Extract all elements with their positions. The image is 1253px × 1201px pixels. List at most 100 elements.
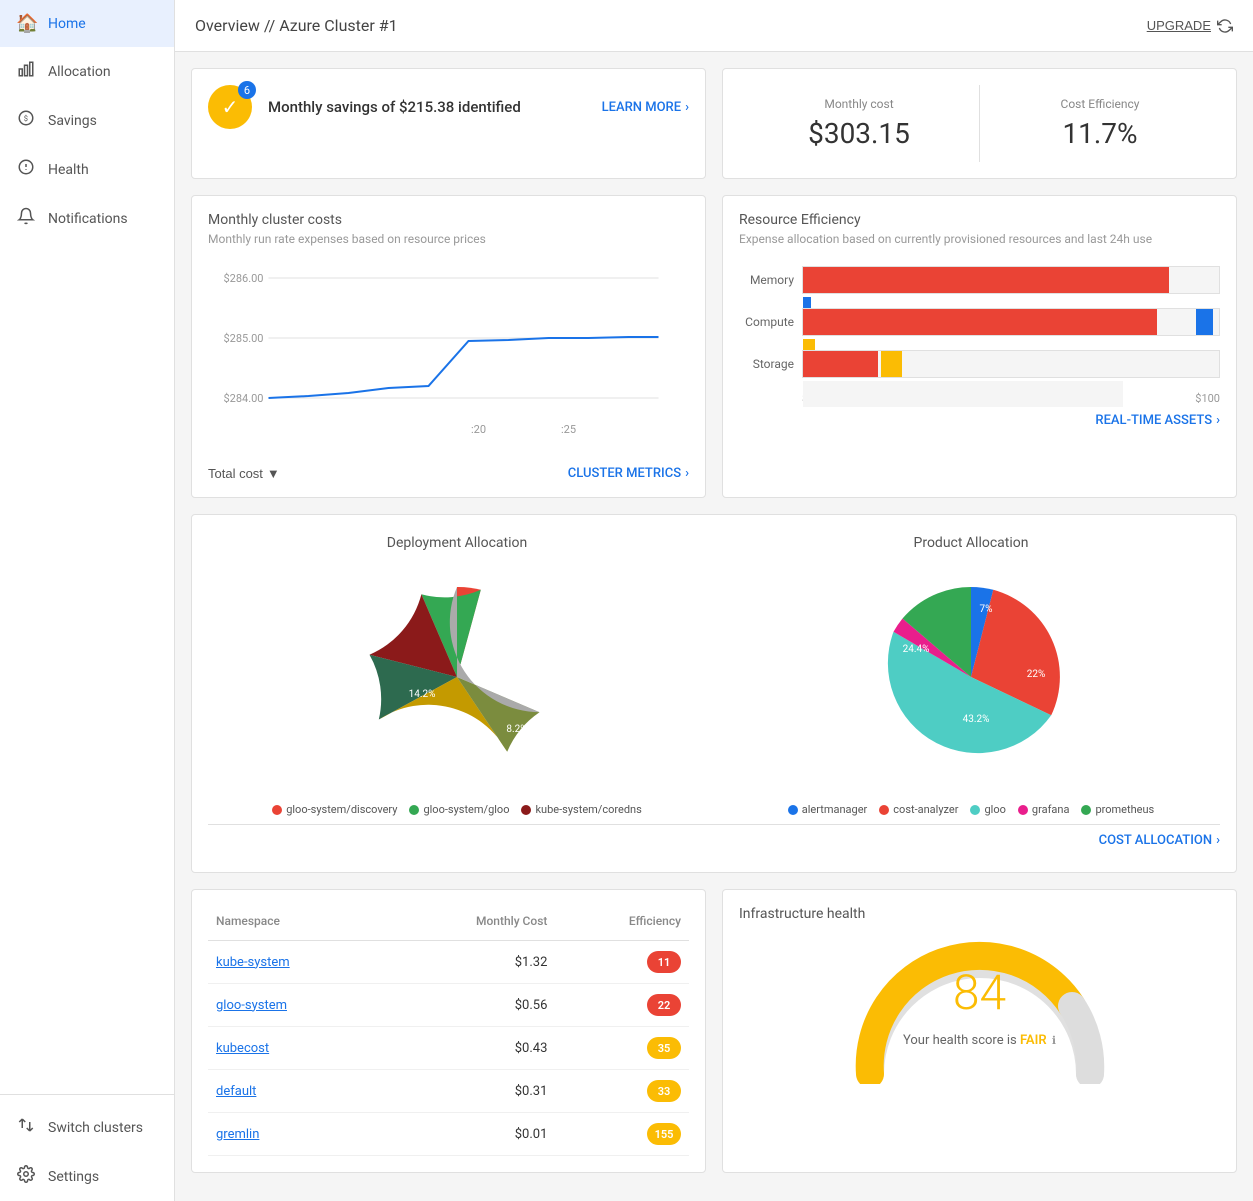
deployment-allocation-section: Deployment Allocation <box>208 535 706 816</box>
memory-bar-used <box>803 267 1169 293</box>
upgrade-button[interactable]: UPGRADE <box>1147 18 1233 34</box>
memory-bar-empty <box>1172 267 1214 293</box>
monthly-cost-label: Monthly cost <box>751 97 967 111</box>
compute-label: Compute <box>739 315 794 329</box>
svg-text:24.4%: 24.4% <box>903 644 930 655</box>
sidebar-label-health: Health <box>48 162 89 178</box>
allocation-icon <box>16 60 36 83</box>
ns-link[interactable]: kubecost <box>216 1041 269 1056</box>
sidebar-item-home[interactable]: 🏠 Home <box>0 0 174 47</box>
savings-badge: 6 <box>238 81 256 99</box>
ns-link[interactable]: gloo-system <box>216 998 287 1013</box>
memory-label: Memory <box>739 273 794 287</box>
line-chart: $286.00 $285.00 $284.00 :20 :25 <box>208 258 689 458</box>
svg-text:20.6%: 20.6% <box>419 734 446 745</box>
sidebar-label-allocation: Allocation <box>48 64 111 80</box>
real-time-assets-link[interactable]: REAL-TIME ASSETS › <box>739 413 1220 428</box>
sidebar-item-settings[interactable]: Settings <box>0 1152 174 1201</box>
upgrade-label: UPGRADE <box>1147 18 1211 33</box>
product-allocation-title: Product Allocation <box>722 535 1220 551</box>
ns-cost: $0.43 <box>384 1027 555 1070</box>
savings-text: Monthly savings of $215.38 identified <box>268 98 521 116</box>
storage-bar-empty <box>803 381 1123 407</box>
sidebar-item-allocation[interactable]: Allocation <box>0 47 174 96</box>
compute-bar-used <box>803 309 1157 335</box>
sidebar-item-health[interactable]: Health <box>0 145 174 194</box>
efficiency-badge: 35 <box>647 1037 681 1059</box>
table-row: kube-system $1.32 11 <box>208 941 689 984</box>
total-cost-button[interactable]: Total cost ▼ <box>208 466 280 481</box>
compute-bar-row: Compute <box>739 308 1220 336</box>
page-title: Overview // Azure Cluster #1 <box>195 16 398 35</box>
deployment-legend: gloo-system/discovery gloo-system/gloo k… <box>208 803 706 816</box>
ns-link[interactable]: gremlin <box>216 1127 259 1142</box>
sidebar-label-settings: Settings <box>48 1169 99 1185</box>
legend-gloo: gloo <box>970 803 1005 816</box>
alloc-row: Deployment Allocation <box>208 535 1220 816</box>
col-monthly-cost: Monthly Cost <box>384 906 555 941</box>
sidebar-label-savings: Savings <box>48 113 97 129</box>
legend-grafana: grafana <box>1018 803 1070 816</box>
resource-efficiency-card: Resource Efficiency Expense allocation b… <box>722 195 1237 498</box>
svg-text:22%: 22% <box>1027 669 1046 680</box>
product-legend: alertmanager cost-analyzer gloo gra <box>722 803 1220 816</box>
row-4: Namespace Monthly Cost Efficiency kube-s… <box>191 889 1237 1173</box>
ns-name: default <box>208 1070 384 1113</box>
sidebar-label-notifications: Notifications <box>48 211 128 227</box>
col-efficiency: Efficiency <box>555 906 689 941</box>
svg-text:7%: 7% <box>980 604 993 615</box>
health-desc: Your health score is FAIR ℹ <box>903 1033 1056 1048</box>
ns-name: gremlin <box>208 1113 384 1156</box>
efficiency-label: Cost Efficiency <box>992 97 1208 111</box>
chevron-right-icon: › <box>1216 413 1220 428</box>
resource-bars: Memory Compute <box>739 266 1220 405</box>
savings-icon: $ <box>16 109 36 132</box>
sidebar-item-switch-clusters[interactable]: Switch clusters <box>0 1103 174 1152</box>
legend-prometheus: prometheus <box>1081 803 1154 816</box>
efficiency-badge: 22 <box>647 994 681 1016</box>
svg-text::20: :20 <box>471 423 486 436</box>
ns-cost: $0.31 <box>384 1070 555 1113</box>
svg-text::25: :25 <box>561 423 576 436</box>
legend-discovery: gloo-system/discovery <box>272 803 397 816</box>
efficiency-badge: 33 <box>647 1080 681 1102</box>
svg-text:$: $ <box>24 114 28 123</box>
sidebar-item-savings[interactable]: $ Savings <box>0 96 174 145</box>
ns-cost: $1.32 <box>384 941 555 984</box>
svg-text:14.2%: 14.2% <box>409 689 436 700</box>
cluster-metrics-link[interactable]: CLUSTER METRICS › <box>568 466 689 481</box>
memory-bar <box>802 266 1220 294</box>
sidebar-item-notifications[interactable]: Notifications <box>0 194 174 243</box>
ns-efficiency: 11 <box>555 941 689 984</box>
svg-text:43.2%: 43.2% <box>963 714 990 725</box>
ns-link[interactable]: kube-system <box>216 955 290 970</box>
cost-allocation-link[interactable]: COST ALLOCATION › <box>208 825 1220 856</box>
savings-banner: ✓ 6 Monthly savings of $215.38 identifie… <box>208 85 689 129</box>
notifications-icon <box>16 207 36 230</box>
table-row: default $0.31 33 <box>208 1070 689 1113</box>
cluster-costs-title: Monthly cluster costs <box>208 212 689 228</box>
ns-efficiency: 22 <box>555 984 689 1027</box>
resource-efficiency-subtitle: Expense allocation based on currently pr… <box>739 232 1220 246</box>
line-chart-svg: $286.00 $285.00 $284.00 :20 :25 <box>208 258 689 458</box>
ns-cost: $0.56 <box>384 984 555 1027</box>
ns-efficiency: 155 <box>555 1113 689 1156</box>
svg-text:$286.00: $286.00 <box>224 272 264 285</box>
ns-name: kube-system <box>208 941 384 984</box>
cost-card: Monthly cost $303.15 Cost Efficiency 11.… <box>739 85 1220 162</box>
main-content: Overview // Azure Cluster #1 UPGRADE ✓ 6… <box>175 0 1253 1201</box>
table-row: gremlin $0.01 155 <box>208 1113 689 1156</box>
chevron-right-icon: › <box>685 466 689 481</box>
compute-bar-empty <box>1160 309 1193 335</box>
learn-more-link[interactable]: LEARN MORE › <box>602 100 689 115</box>
table-row: kubecost $0.43 35 <box>208 1027 689 1070</box>
health-card: Infrastructure health 84 Your health sco… <box>722 889 1237 1173</box>
deployment-allocation-title: Deployment Allocation <box>208 535 706 551</box>
product-pie-container: 7% 22% 43.2% 24.4% <box>722 567 1220 787</box>
legend-gloo: gloo-system/gloo <box>409 803 509 816</box>
ns-link[interactable]: default <box>216 1084 256 1099</box>
svg-text:$284.00: $284.00 <box>224 392 264 405</box>
compute-bar <box>802 308 1220 336</box>
allocation-card: Deployment Allocation <box>191 514 1237 873</box>
svg-text:8.2%: 8.2% <box>506 724 527 735</box>
